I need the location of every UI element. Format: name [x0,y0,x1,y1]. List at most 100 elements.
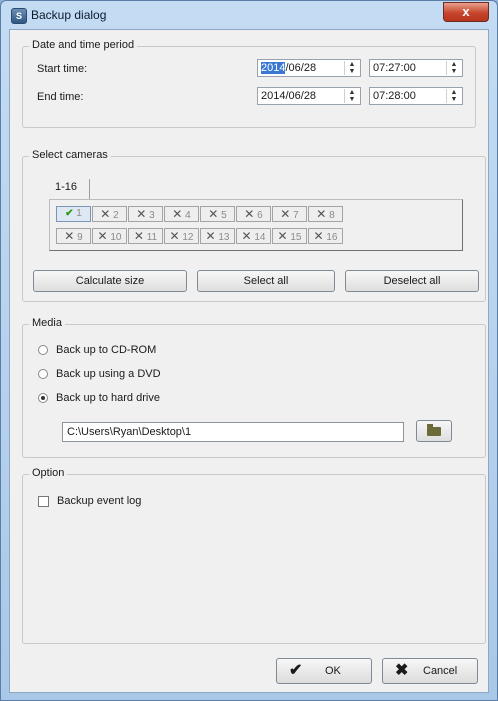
browse-folder-button[interactable] [416,420,452,442]
date-time-group: Date and time period Start time: End tim… [22,39,476,128]
backup-event-log-checkbox[interactable] [38,495,49,507]
radio-cd-rom-label: Back up to CD-ROM [56,344,157,356]
x-icon: ✕ [277,229,288,243]
camera-number: 11 [143,232,158,243]
x-icon: ✕ [316,207,327,221]
radio-cd-rom-button[interactable] [38,345,48,356]
title-bar[interactable]: S Backup dialog x [1,1,497,29]
x-icon: ✕ [208,207,219,221]
radio-dvd-button[interactable] [38,369,48,380]
close-button[interactable]: x [443,2,489,22]
backup-event-log-label: Backup event log [57,495,142,507]
camera-number: 2 [110,210,119,221]
camera-number: 8 [326,210,335,221]
deselect-all-button[interactable]: Deselect all [345,270,479,292]
camera-11-checkbox[interactable]: ✕ 11 [128,228,163,244]
x-icon: ✖ [395,662,409,679]
start-date-spinner[interactable]: 2014/06/28 ▲ ▼ [257,59,361,77]
start-time-value: 07:27:00 [373,62,416,74]
start-time-spinner[interactable]: 07:27:00 ▲ ▼ [369,59,463,77]
x-icon: ✕ [64,229,75,243]
x-icon: ✕ [133,229,144,243]
camera-4-checkbox[interactable]: ✕ 4 [164,206,199,222]
camera-2-checkbox[interactable]: ✕ 2 [92,206,127,222]
x-icon: ✕ [136,207,147,221]
option-group-title: Option [29,467,68,479]
cancel-label: Cancel [423,665,458,677]
camera-14-checkbox[interactable]: ✕ 14 [236,228,271,244]
camera-number: 5 [218,210,227,221]
x-icon: ✕ [100,207,111,221]
camera-number: 3 [146,210,155,221]
radio-dvd[interactable]: Back up using a DVD [38,368,161,382]
x-icon: ✕ [241,229,252,243]
camera-9-checkbox[interactable]: ✕ 9 [56,228,91,244]
end-time-spinner[interactable]: 07:28:00 ▲ ▼ [369,87,463,105]
end-date-value: 2014/06/28 [261,90,317,102]
check-icon: ✔ [289,662,303,679]
ok-label: OK [325,665,341,677]
camera-7-checkbox[interactable]: ✕ 7 [272,206,307,222]
app-icon: S [11,8,27,24]
start-time-spin-arrows-icon[interactable]: ▲ ▼ [446,61,461,75]
camera-number: 16 [323,232,338,243]
x-icon: ✕ [244,207,255,221]
select-cameras-group: Select cameras 1-16 ✔ 1 ✕ 2 ✕ 3 ✕ 4 ✕ 5 ✕ 6 ✕ … [22,149,486,302]
x-icon: ✕ [97,229,108,243]
x-icon: ✕ [280,207,291,221]
x-icon: ✕ [205,229,216,243]
backup-dialog-window: S Backup dialog x Date and time period S… [0,0,498,701]
camera-10-checkbox[interactable]: ✕ 10 [92,228,127,244]
start-time-label: Start time: [37,63,88,75]
camera-number: 14 [251,232,266,243]
camera-3-checkbox[interactable]: ✕ 3 [128,206,163,222]
camera-number: 4 [182,210,191,221]
end-date-spin-arrows-icon[interactable]: ▲ ▼ [344,89,359,103]
window-title: Backup dialog [31,8,107,22]
check-icon: ✔ [65,208,74,219]
camera-number: 13 [215,232,230,243]
date-time-group-title: Date and time period [29,39,138,51]
start-date-value: 2014/06/28 [261,62,317,74]
camera-5-checkbox[interactable]: ✕ 5 [200,206,235,222]
end-time-value: 07:28:00 [373,90,416,102]
end-time-spin-arrows-icon[interactable]: ▲ ▼ [446,89,461,103]
end-date-spinner[interactable]: 2014/06/28 ▲ ▼ [257,87,361,105]
dialog-body: Date and time period Start time: End tim… [9,29,489,693]
camera-6-checkbox[interactable]: ✕ 6 [236,206,271,222]
radio-hard-drive-button[interactable] [38,393,48,404]
radio-dvd-label: Back up using a DVD [56,368,161,380]
radio-hard-drive-label: Back up to hard drive [56,392,160,404]
camera-number: 7 [290,210,299,221]
camera-16-checkbox[interactable]: ✕ 16 [308,228,343,244]
camera-12-checkbox[interactable]: ✕ 12 [164,228,199,244]
camera-number: 15 [287,232,302,243]
x-icon: ✕ [313,229,324,243]
cancel-button[interactable]: ✖ Cancel [382,658,478,684]
camera-number: 10 [107,232,122,243]
end-time-label: End time: [37,91,84,103]
camera-panel: ✔ 1 ✕ 2 ✕ 3 ✕ 4 ✕ 5 ✕ 6 ✕ 7 ✕ 8 ✕ 9 ✕ 10 ✕ 11 ✕ 12 ✕… [49,199,463,251]
ok-button[interactable]: ✔ OK [276,658,372,684]
radio-hard-drive[interactable]: Back up to hard drive [38,392,160,406]
camera-number: 12 [179,232,194,243]
select-all-button[interactable]: Select all [197,270,335,292]
camera-13-checkbox[interactable]: ✕ 13 [200,228,235,244]
camera-15-checkbox[interactable]: ✕ 15 [272,228,307,244]
folder-icon [427,424,441,436]
backup-event-log-row[interactable]: Backup event log [38,495,141,507]
radio-cd-rom[interactable]: Back up to CD-ROM [38,344,156,358]
start-date-spin-arrows-icon[interactable]: ▲ ▼ [344,61,359,75]
x-icon: ✕ [172,207,183,221]
close-icon: x [462,4,470,19]
media-group-title: Media [29,317,65,329]
tab-cameras-1-16[interactable]: 1-16 [53,179,90,199]
camera-8-checkbox[interactable]: ✕ 8 [308,206,343,222]
backup-path-field[interactable]: C:\Users\Ryan\Desktop\1 [62,422,404,442]
camera-number: 6 [254,210,263,221]
x-icon: ✕ [169,229,180,243]
camera-number: 9 [74,232,83,243]
camera-number: 1 [73,208,82,219]
calculate-size-button[interactable]: Calculate size [33,270,187,292]
camera-1-checkbox[interactable]: ✔ 1 [56,206,91,222]
